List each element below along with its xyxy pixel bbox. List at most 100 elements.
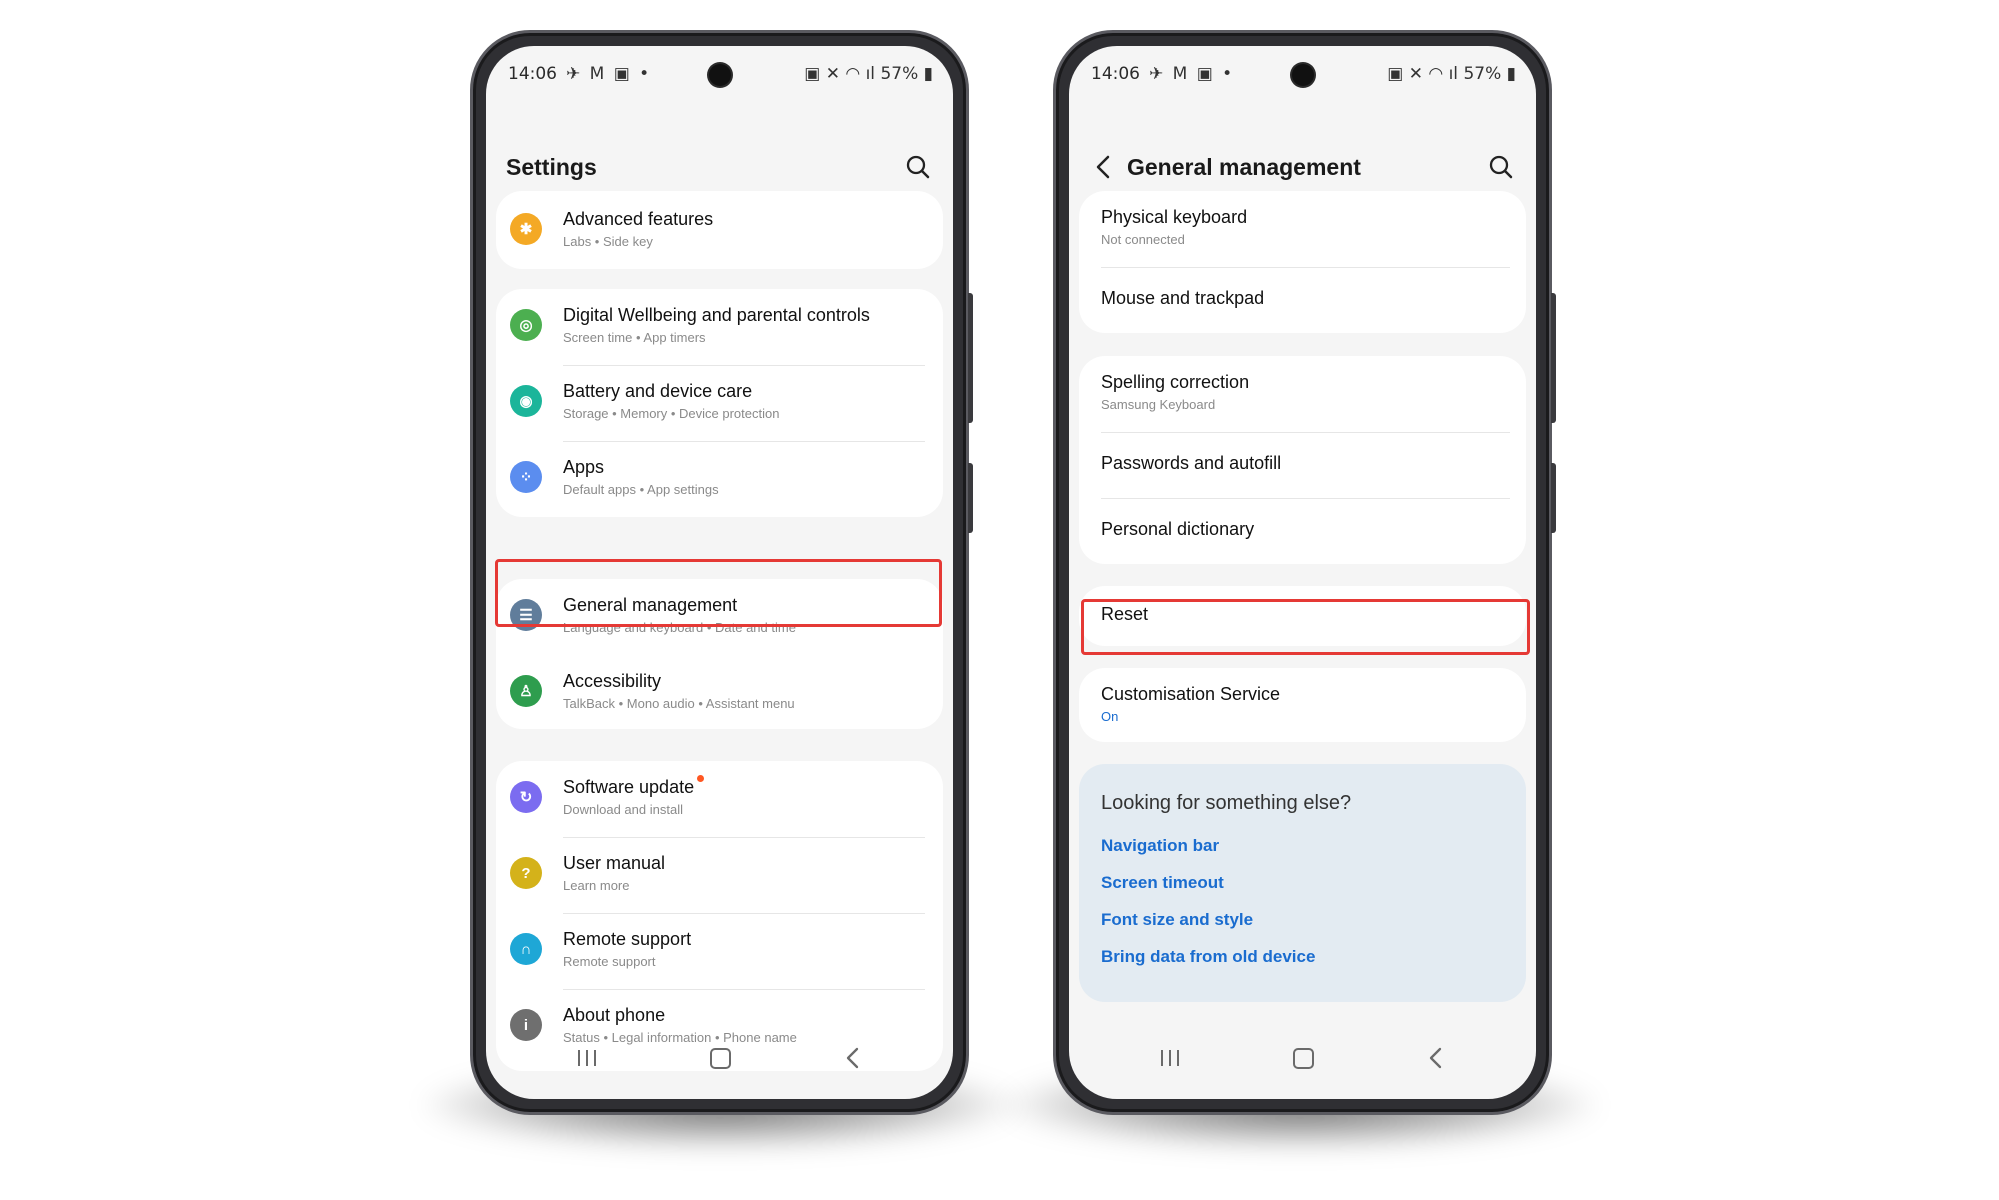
item-label: Advanced features <box>563 209 714 229</box>
settings-card: ✱ Advanced features Labs • Side key <box>496 191 943 269</box>
link-navigation-bar[interactable]: Navigation bar <box>1101 836 1219 856</box>
settings-item-accessibility[interactable]: ♙ Accessibility TalkBack • Mono audio • … <box>496 655 943 729</box>
item-label: Physical keyboard <box>1101 207 1248 227</box>
item-label: Battery and device care <box>563 381 753 401</box>
item-sub: Download and install <box>563 802 683 817</box>
item-label: About phone <box>563 1005 666 1025</box>
suggestions-heading: Looking for something else? <box>1101 792 1352 814</box>
settings-item-user-manual[interactable]: ? User manual Learn more <box>496 837 943 913</box>
item-sub: TalkBack • Mono audio • Assistant menu <box>563 696 795 711</box>
settings-card: ↻ Software update Download and install ?… <box>496 761 943 1071</box>
settings-card: Customisation Service On <box>1079 668 1526 742</box>
search-icon[interactable] <box>1486 152 1516 182</box>
recents-icon[interactable] <box>576 1049 598 1067</box>
settings-item-passwords-autofill[interactable]: Passwords and autofill <box>1079 432 1526 498</box>
settings-item-software-update[interactable]: ↻ Software update Download and install <box>496 761 943 837</box>
side-button <box>1551 293 1556 423</box>
battery-percent: 57% <box>1463 64 1502 84</box>
item-label: Remote support <box>563 929 692 949</box>
back-nav-icon[interactable] <box>1426 1047 1446 1069</box>
item-sub: Not connected <box>1101 232 1185 247</box>
status-system-icons: ▣ ✕ ◠ ıl <box>1387 64 1464 84</box>
status-system-icons: ▣ ✕ ◠ ıl <box>804 64 881 84</box>
item-label: Customisation Service <box>1101 684 1281 704</box>
update-icon: ↻ <box>510 781 542 813</box>
settings-item-customisation-service[interactable]: Customisation Service On <box>1079 668 1526 742</box>
settings-item-advanced-features[interactable]: ✱ Advanced features Labs • Side key <box>496 191 943 269</box>
nav-bar <box>1069 1029 1536 1099</box>
highlight-reset <box>1081 599 1530 655</box>
status-bar: 14:06 ✈ M ▣ • ▣ ✕ ◠ ıl 57% ▮ <box>486 46 953 102</box>
settings-item-remote-support[interactable]: ∩ Remote support Remote support <box>496 913 943 989</box>
right-phone: 14:06 ✈ M ▣ • ▣ ✕ ◠ ıl 57% ▮ General man… <box>1053 30 1556 1115</box>
right-screen: 14:06 ✈ M ▣ • ▣ ✕ ◠ ıl 57% ▮ General man… <box>1069 46 1536 1099</box>
page-title: General management <box>1127 154 1361 180</box>
link-font-size-style[interactable]: Font size and style <box>1101 910 1253 930</box>
app-bar: Settings <box>486 146 953 190</box>
notification-icons: ✈ M ▣ • <box>566 64 652 84</box>
item-label: User manual <box>563 853 666 873</box>
item-sub: Storage • Memory • Device protection <box>563 406 780 421</box>
home-icon[interactable] <box>709 1048 731 1069</box>
item-sub: Screen time • App timers <box>563 330 706 345</box>
item-label: Mouse and trackpad <box>1101 288 1265 308</box>
gear-icon: ✱ <box>510 213 542 245</box>
item-sub: Samsung Keyboard <box>1101 397 1216 412</box>
battery-percent: 57% <box>880 64 919 84</box>
item-status: On <box>1101 709 1119 724</box>
highlight-general-management <box>495 559 942 627</box>
settings-card: Spelling correction Samsung Keyboard Pas… <box>1079 356 1526 564</box>
notification-icons: ✈ M ▣ • <box>1149 64 1235 84</box>
back-nav-icon[interactable] <box>843 1047 863 1069</box>
side-button <box>968 463 973 533</box>
apps-icon: ⁘ <box>510 461 542 493</box>
nav-bar <box>486 1029 953 1099</box>
item-label: Software update <box>563 775 705 798</box>
item-sub: Default apps • App settings <box>563 482 719 497</box>
item-sub: Remote support <box>563 954 656 969</box>
settings-item-digital-wellbeing[interactable]: ◎ Digital Wellbeing and parental control… <box>496 289 943 365</box>
item-label: Spelling correction <box>1101 372 1250 392</box>
item-label: Personal dictionary <box>1101 519 1255 539</box>
status-right: ▣ ✕ ◠ ıl 57% ▮ <box>804 64 933 84</box>
link-bring-data[interactable]: Bring data from old device <box>1101 947 1315 967</box>
item-sub: Labs • Side key <box>563 234 653 249</box>
suggestions-panel: Looking for something else? Navigation b… <box>1079 764 1526 1002</box>
link-screen-timeout[interactable]: Screen timeout <box>1101 873 1224 893</box>
manual-icon: ? <box>510 857 542 889</box>
page-title: Settings <box>506 154 597 180</box>
settings-card: ◎ Digital Wellbeing and parental control… <box>496 289 943 517</box>
recents-icon[interactable] <box>1159 1049 1181 1067</box>
item-label: Accessibility <box>563 671 662 691</box>
status-time: 14:06 <box>508 64 557 84</box>
status-right: ▣ ✕ ◠ ıl 57% ▮ <box>1387 64 1516 84</box>
home-icon[interactable] <box>1292 1048 1314 1069</box>
status-time: 14:06 <box>1091 64 1140 84</box>
item-label: Apps <box>563 457 605 477</box>
side-button <box>1551 463 1556 533</box>
back-icon[interactable] <box>1089 152 1119 182</box>
settings-item-spelling-correction[interactable]: Spelling correction Samsung Keyboard <box>1079 356 1526 432</box>
side-button <box>968 293 973 423</box>
notification-badge <box>697 775 705 782</box>
settings-item-battery[interactable]: ◉ Battery and device care Storage • Memo… <box>496 365 943 441</box>
search-icon[interactable] <box>903 152 933 182</box>
battery-icon: ▮ <box>923 64 933 84</box>
settings-card: Physical keyboard Not connected Mouse an… <box>1079 191 1526 333</box>
headset-icon: ∩ <box>510 933 542 965</box>
settings-item-personal-dictionary[interactable]: Personal dictionary <box>1079 498 1526 564</box>
battery-icon: ▮ <box>1506 64 1516 84</box>
status-bar: 14:06 ✈ M ▣ • ▣ ✕ ◠ ıl 57% ▮ <box>1069 46 1536 102</box>
item-label-text: Software update <box>563 777 695 797</box>
item-label: Passwords and autofill <box>1101 453 1282 473</box>
item-sub: Learn more <box>563 878 630 893</box>
settings-item-apps[interactable]: ⁘ Apps Default apps • App settings <box>496 441 943 517</box>
wellbeing-icon: ◎ <box>510 309 542 341</box>
accessibility-icon: ♙ <box>510 675 542 707</box>
settings-item-physical-keyboard[interactable]: Physical keyboard Not connected <box>1079 191 1526 267</box>
item-label: Digital Wellbeing and parental controls <box>563 305 870 325</box>
camera-cutout <box>1291 64 1314 86</box>
app-bar: General management <box>1069 146 1536 190</box>
settings-item-mouse-trackpad[interactable]: Mouse and trackpad <box>1079 267 1526 333</box>
device-care-icon: ◉ <box>510 385 542 417</box>
